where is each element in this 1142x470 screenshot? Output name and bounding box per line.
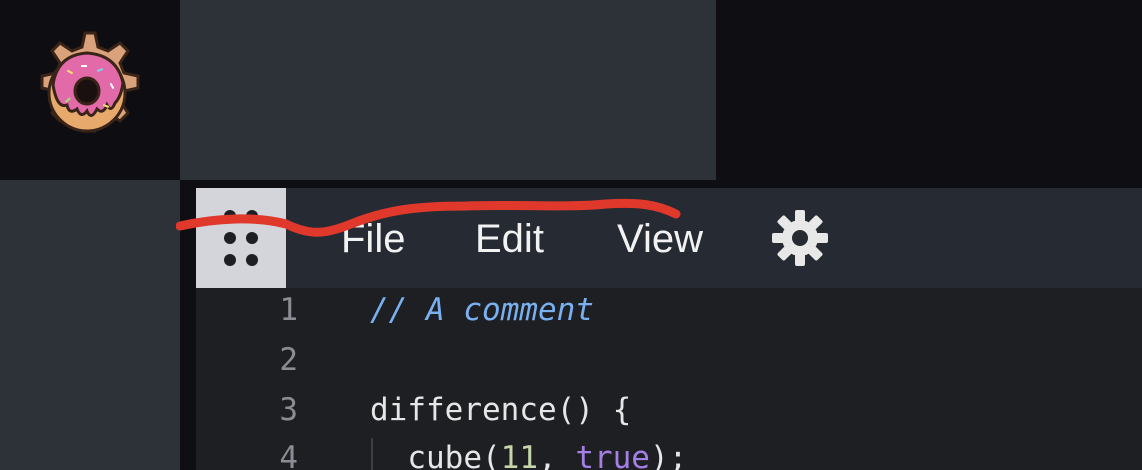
code-editor-panel: File Edit View 1 // A comment 2 3 differ… (176, 188, 1142, 470)
code-number: 11 (500, 440, 538, 470)
logo-tile[interactable] (0, 0, 180, 180)
code-suffix: ); (649, 440, 688, 470)
drag-handle[interactable] (196, 188, 286, 288)
donut-logo-icon (40, 31, 140, 133)
menu-edit[interactable]: Edit (475, 216, 544, 262)
code-call: cube( (370, 440, 501, 470)
code-line: 2 (196, 342, 1142, 392)
code-comment: // A comment (370, 292, 594, 328)
gear-icon[interactable] (770, 208, 830, 268)
code-line: 3 difference() { (196, 392, 1142, 442)
menu-file[interactable]: File (341, 216, 405, 262)
line-number: 1 (279, 292, 298, 328)
menubar: File Edit View (176, 188, 1142, 288)
indent-guide (371, 438, 373, 470)
code-keyword: true (575, 440, 650, 470)
top-right-area (716, 0, 1142, 180)
code-separator: , (537, 440, 576, 470)
panel-divider (180, 180, 196, 470)
app-window: File Edit View 1 // A comment 2 3 differ… (0, 0, 1142, 470)
left-sidebar (0, 180, 180, 470)
line-number: 2 (279, 342, 298, 378)
top-panel (180, 0, 716, 180)
line-number: 3 (279, 392, 298, 428)
code-area[interactable]: 1 // A comment 2 3 difference() { 4 cube… (196, 288, 1142, 470)
code-line: 4 cube(11, true); (196, 440, 1142, 470)
code-line: 1 // A comment (196, 292, 1142, 342)
drag-handle-dots-icon (224, 210, 258, 266)
code-text: difference() { (370, 392, 632, 428)
line-number: 4 (279, 440, 298, 470)
code-text: cube(11, true); (370, 440, 687, 470)
menu-view[interactable]: View (617, 216, 703, 262)
